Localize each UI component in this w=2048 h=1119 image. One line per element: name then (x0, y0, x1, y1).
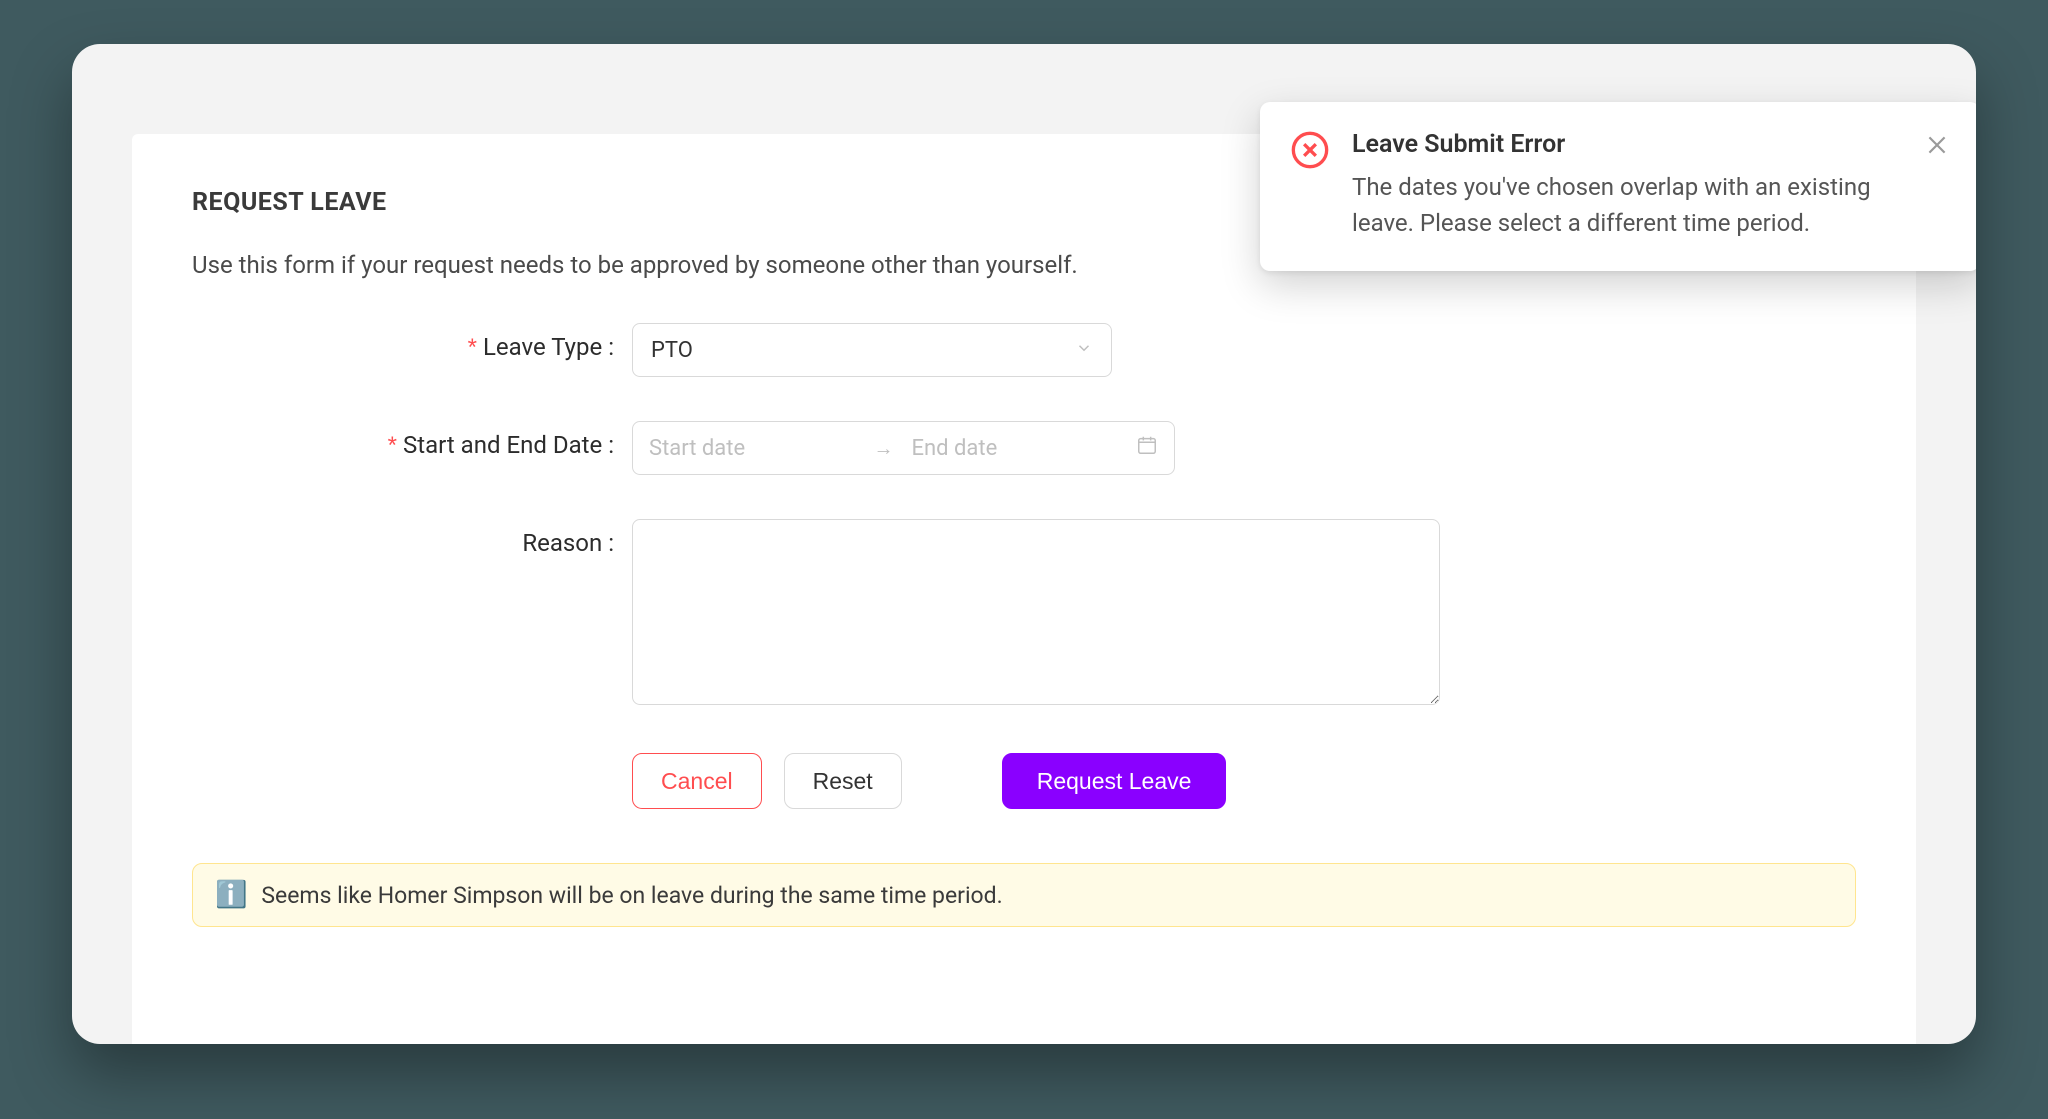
toast-message: The dates you've chosen overlap with an … (1352, 169, 1902, 241)
start-date-placeholder: Start date (649, 436, 856, 461)
label-reason: Reason : (192, 519, 632, 557)
request-leave-button[interactable]: Request Leave (1002, 753, 1227, 809)
label-leave-type: *Leave Type : (192, 323, 632, 362)
end-date-placeholder: End date (912, 436, 1119, 461)
reason-textarea[interactable] (632, 519, 1440, 705)
toast-body: Leave Submit Error The dates you've chos… (1352, 130, 1902, 241)
leave-type-value: PTO (651, 338, 693, 363)
error-icon (1290, 130, 1330, 170)
alert-text: Seems like Homer Simpson will be on leav… (261, 882, 1002, 909)
error-toast: Leave Submit Error The dates you've chos… (1260, 102, 1976, 271)
calendar-icon (1136, 434, 1158, 462)
label-date-range: *Start and End Date : (192, 421, 632, 460)
close-icon[interactable] (1924, 132, 1950, 158)
button-row: Cancel Reset Request Leave (632, 753, 1856, 809)
cancel-button[interactable]: Cancel (632, 753, 762, 809)
chevron-down-icon (1075, 338, 1093, 363)
info-icon: ℹ️ (215, 880, 247, 910)
required-star: * (388, 432, 397, 459)
toast-title: Leave Submit Error (1352, 130, 1902, 159)
date-range-picker[interactable]: Start date → End date (632, 421, 1175, 475)
app-shell: REQUEST LEAVE Use this form if your requ… (72, 44, 1976, 1044)
arrow-right-icon: → (874, 436, 894, 461)
row-reason: Reason : (192, 519, 1856, 709)
required-star: * (468, 334, 477, 361)
row-leave-type: *Leave Type : PTO (192, 323, 1856, 377)
reset-button[interactable]: Reset (784, 753, 902, 809)
row-date-range: *Start and End Date : Start date → End d… (192, 421, 1856, 475)
leave-type-select[interactable]: PTO (632, 323, 1112, 377)
overlap-info-alert: ℹ️ Seems like Homer Simpson will be on l… (192, 863, 1856, 927)
